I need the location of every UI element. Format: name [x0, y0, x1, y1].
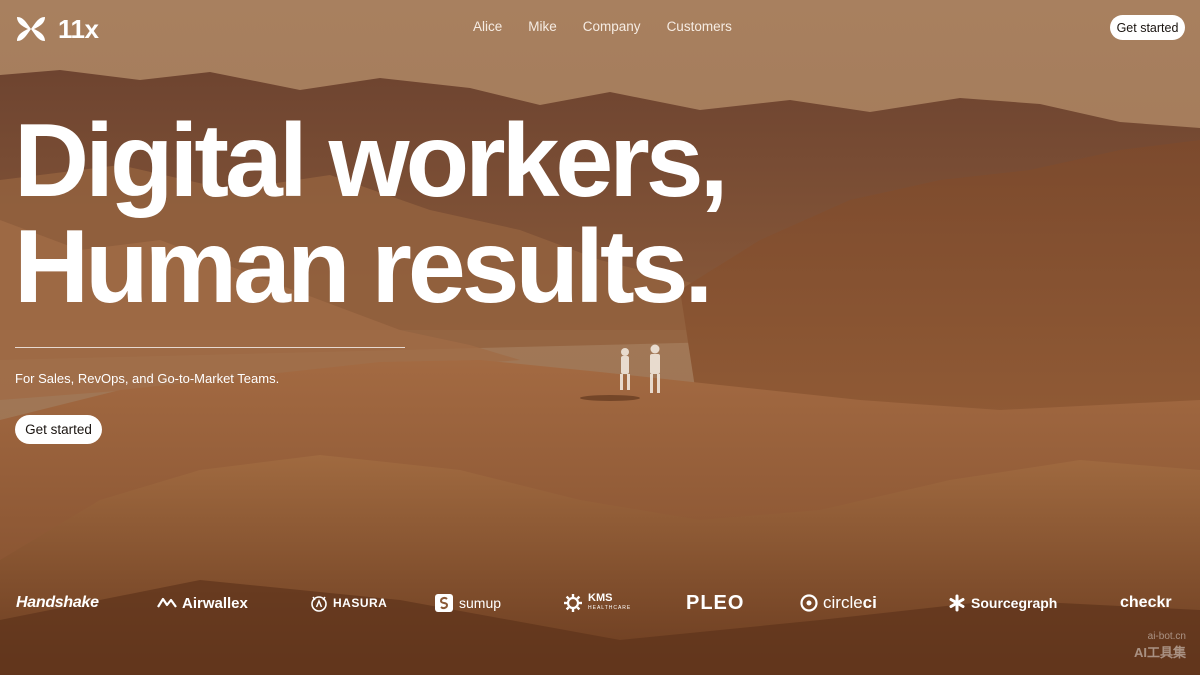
logo-checkr-text: checkr	[1120, 594, 1172, 611]
logo-sourcegraph: Sourcegraph	[948, 585, 1057, 621]
watermark-line-1: ai-bot.cn	[1147, 631, 1186, 642]
logo-hasura: HASURA	[310, 585, 387, 621]
logo-kms-stack: KMS HEALTHCARE	[588, 593, 631, 613]
logo-hasura-text: HASURA	[333, 596, 388, 610]
nav-get-started-button[interactable]: Get started	[1110, 15, 1185, 40]
hero-divider	[15, 347, 405, 348]
brand-logo[interactable]: 11x	[14, 13, 99, 44]
logo-circleci: circleci	[800, 585, 877, 621]
nav-link-customers[interactable]: Customers	[667, 19, 732, 34]
logo-checkr: checkr	[1120, 585, 1172, 621]
logo-sourcegraph-text: Sourcegraph	[971, 595, 1058, 611]
brand-name: 11x	[58, 13, 99, 44]
logo-circleci-text-b: ci	[862, 593, 877, 612]
logo-handshake-text: Handshake	[16, 594, 99, 611]
logo-airwallex: Airwallex	[157, 585, 248, 621]
headline-line-1: Digital workers,	[14, 103, 728, 219]
nav-link-alice[interactable]: Alice	[473, 19, 502, 34]
headline-line-2: Human results.	[14, 209, 713, 325]
hero-subtitle: For Sales, RevOps, and Go-to-Market Team…	[15, 371, 280, 386]
logo-circleci-text: circleci	[823, 593, 877, 613]
hero-background	[0, 0, 1200, 675]
hasura-icon	[311, 596, 327, 612]
logo-handshake: Handshake	[16, 585, 99, 621]
top-navigation: 11x Alice Mike Company Customers Get sta…	[0, 0, 1200, 56]
watermark: ai-bot.cn AI工具集	[1046, 631, 1186, 665]
11x-logo-icon	[17, 17, 45, 41]
circleci-icon	[800, 594, 818, 612]
watermark-line-2: AI工具集	[1133, 645, 1186, 660]
asterisk-icon	[949, 594, 965, 612]
nav-link-company[interactable]: Company	[583, 19, 641, 34]
hero-headline: Digital workers, Human results.	[14, 108, 728, 320]
gear-icon	[564, 594, 582, 612]
customer-logos-strip: Handshake Airwallex HASURA sumup KMS HEA…	[0, 585, 1200, 621]
logo-circleci-text-a: circle	[823, 593, 863, 612]
airwallex-icon	[157, 597, 177, 608]
logo-kms-text: KMS	[588, 592, 613, 604]
logo-pleo-text: PLEO	[686, 591, 745, 614]
logo-kms-subtext: HEALTHCARE	[588, 605, 632, 611]
nav-link-mike[interactable]: Mike	[528, 19, 557, 34]
sumup-icon	[435, 594, 453, 612]
logo-kms-healthcare: KMS HEALTHCARE	[563, 585, 631, 621]
hero-get-started-button[interactable]: Get started	[15, 415, 102, 444]
logo-airwallex-text: Airwallex	[182, 594, 248, 612]
logo-pleo: PLEO	[686, 585, 744, 621]
nav-links: Alice Mike Company Customers	[473, 19, 732, 34]
logo-sumup-text: sumup	[459, 595, 502, 611]
desert-landscape-image	[0, 0, 1200, 675]
logo-sumup: sumup	[434, 585, 501, 621]
